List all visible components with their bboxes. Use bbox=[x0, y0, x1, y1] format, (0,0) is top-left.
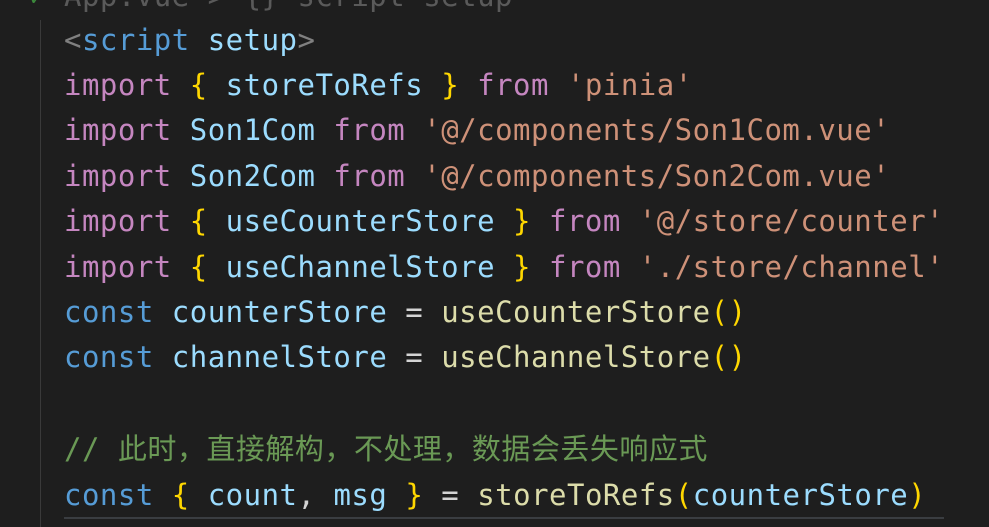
keyword: from bbox=[548, 250, 621, 284]
code-editor[interactable]: ✓ App.vue > {} script setup <script setu… bbox=[0, 0, 989, 527]
code-line-comment[interactable]: // 此时，直接解构，不处理，数据会丢失响应式 bbox=[64, 427, 708, 472]
paren: ) bbox=[908, 478, 927, 512]
string: './store/channel' bbox=[638, 250, 945, 284]
indent-guide bbox=[40, 20, 41, 527]
paren: () bbox=[710, 340, 747, 374]
code-line-4[interactable]: import Son2Com from '@/components/Son2Co… bbox=[64, 154, 890, 199]
keyword: from bbox=[333, 159, 406, 193]
current-line-highlight bbox=[64, 517, 944, 519]
variable: count bbox=[207, 478, 298, 512]
paren: ( bbox=[674, 478, 693, 512]
operator: = bbox=[405, 340, 424, 374]
tag-close: > bbox=[297, 23, 316, 57]
keyword: import bbox=[64, 113, 172, 147]
string: 'pinia' bbox=[566, 68, 693, 102]
storage-keyword: const bbox=[64, 478, 154, 512]
check-icon: ✓ bbox=[30, 0, 43, 11]
identifier: useCounterStore bbox=[225, 204, 496, 238]
code-line-6[interactable]: import { useChannelStore } from './store… bbox=[64, 245, 944, 290]
tag-attr: setup bbox=[207, 23, 298, 57]
code-line-2[interactable]: import { storeToRefs } from 'pinia' bbox=[64, 63, 693, 108]
brace: } bbox=[405, 478, 424, 512]
code-line-11[interactable]: const { count, msg } = storeToRefs(count… bbox=[64, 473, 926, 518]
identifier: Son2Com bbox=[189, 159, 316, 193]
brace: { bbox=[189, 68, 208, 102]
function-call: useCounterStore bbox=[441, 295, 711, 329]
string: '@/components/Son2Com.vue' bbox=[423, 159, 891, 193]
keyword: import bbox=[64, 250, 172, 284]
string: '@/components/Son1Com.vue' bbox=[423, 113, 891, 147]
code-line-5[interactable]: import { useCounterStore } from '@/store… bbox=[64, 199, 944, 244]
variable: msg bbox=[333, 478, 388, 512]
keyword: from bbox=[548, 204, 621, 238]
brace: { bbox=[171, 478, 190, 512]
breadcrumb: App.vue > {} script setup bbox=[64, 0, 513, 19]
brace: } bbox=[513, 204, 532, 238]
code-line-1[interactable]: <script setup> bbox=[64, 18, 315, 63]
brace: { bbox=[189, 250, 208, 284]
argument: counterStore bbox=[692, 478, 909, 512]
keyword: import bbox=[64, 204, 172, 238]
keyword: import bbox=[64, 68, 172, 102]
string: '@/store/counter' bbox=[638, 204, 945, 238]
paren: () bbox=[710, 295, 747, 329]
keyword: from bbox=[333, 113, 406, 147]
tag-name: script bbox=[81, 23, 190, 57]
storage-keyword: const bbox=[64, 295, 154, 329]
operator: = bbox=[441, 478, 460, 512]
code-line-3[interactable]: import Son1Com from '@/components/Son1Co… bbox=[64, 108, 890, 153]
storage-keyword: const bbox=[64, 340, 154, 374]
brace: } bbox=[513, 250, 532, 284]
tag-open: < bbox=[64, 23, 82, 57]
operator: = bbox=[405, 295, 424, 329]
identifier: Son1Com bbox=[189, 113, 316, 147]
variable: counterStore bbox=[171, 295, 388, 329]
identifier: storeToRefs bbox=[225, 68, 424, 102]
code-line-8[interactable]: const channelStore = useChannelStore() bbox=[64, 335, 747, 380]
brace: { bbox=[189, 204, 208, 238]
identifier: useChannelStore bbox=[225, 250, 496, 284]
keyword: from bbox=[477, 68, 549, 102]
function-call: useChannelStore bbox=[441, 340, 711, 374]
brace: } bbox=[441, 68, 460, 102]
variable: channelStore bbox=[171, 340, 388, 374]
keyword: import bbox=[64, 159, 172, 193]
code-line-7[interactable]: const counterStore = useCounterStore() bbox=[64, 290, 747, 335]
comma: , bbox=[297, 478, 316, 512]
function-call: storeToRefs bbox=[477, 478, 675, 512]
